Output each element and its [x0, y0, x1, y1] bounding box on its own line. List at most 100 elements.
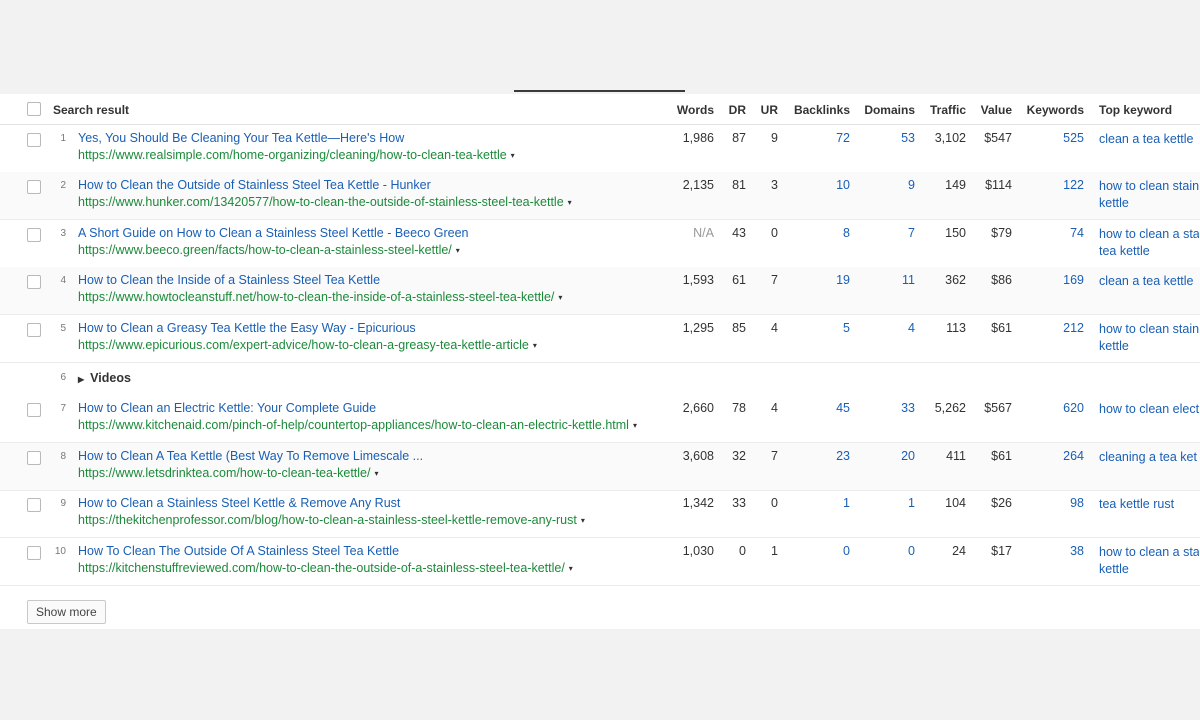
- header-search-result[interactable]: Search result: [53, 103, 129, 117]
- top-keyword-line: kettle: [1099, 196, 1129, 210]
- top-keyword-link[interactable]: how to clean a sta kettle: [1099, 544, 1199, 578]
- row-checkbox[interactable]: [27, 323, 41, 337]
- top-keyword-link[interactable]: cleaning a tea ket: [1099, 449, 1199, 466]
- backlinks-link[interactable]: 0: [800, 544, 850, 558]
- traffic-value: 3,102: [934, 131, 966, 145]
- keywords-link[interactable]: 169: [1030, 273, 1084, 287]
- top-keyword-link[interactable]: how to clean stain kettle: [1099, 321, 1199, 355]
- caret-down-icon[interactable]: ▾: [568, 198, 572, 207]
- row-checkbox[interactable]: [27, 498, 41, 512]
- top-keyword-line: how to clean stain: [1099, 179, 1199, 193]
- backlinks-link[interactable]: 10: [800, 178, 850, 192]
- result-title-link[interactable]: How to Clean an Electric Kettle: Your Co…: [78, 401, 376, 415]
- ur-value: 0: [771, 496, 778, 510]
- top-keyword-link[interactable]: how to clean elect: [1099, 401, 1199, 418]
- words-value: 1,030: [682, 544, 714, 558]
- result-url-text: https://kitchenstuffreviewed.com/how-to-…: [78, 561, 565, 575]
- keywords-link[interactable]: 212: [1030, 321, 1084, 335]
- caret-down-icon[interactable]: ▾: [581, 516, 585, 525]
- keywords-link[interactable]: 38: [1030, 544, 1084, 558]
- domains-link[interactable]: 11: [870, 273, 915, 287]
- result-url-link[interactable]: https://www.hunker.com/13420577/how-to-c…: [78, 195, 572, 209]
- top-keyword-link[interactable]: how to clean a sta tea kettle: [1099, 226, 1199, 260]
- backlinks-link[interactable]: 1: [800, 496, 850, 510]
- row-position: 2: [60, 180, 66, 191]
- domains-link[interactable]: 0: [870, 544, 915, 558]
- top-keyword-line: clean a tea kettle: [1099, 132, 1194, 146]
- top-keyword-link[interactable]: clean a tea kettle: [1099, 131, 1199, 148]
- keywords-link[interactable]: 74: [1030, 226, 1084, 240]
- header-keywords[interactable]: Keywords: [1022, 103, 1084, 117]
- words-value: N/A: [693, 226, 714, 240]
- table-row: 7 How to Clean an Electric Kettle: Your C…: [0, 395, 1200, 443]
- caret-down-icon[interactable]: ▾: [374, 469, 378, 478]
- backlinks-link[interactable]: 72: [800, 131, 850, 145]
- row-checkbox[interactable]: [27, 180, 41, 194]
- row-checkbox[interactable]: [27, 228, 41, 242]
- result-title-link[interactable]: How to Clean the Outside of Stainless St…: [78, 178, 431, 192]
- result-title-link[interactable]: How to Clean the Inside of a Stainless S…: [78, 273, 380, 287]
- caret-down-icon[interactable]: ▾: [533, 341, 537, 350]
- top-keyword-link[interactable]: clean a tea kettle: [1099, 273, 1199, 290]
- table-row: 4 How to Clean the Inside of a Stainless …: [0, 267, 1200, 315]
- value-amount: $86: [991, 273, 1012, 287]
- backlinks-link[interactable]: 23: [800, 449, 850, 463]
- videos-toggle[interactable]: ▶ Videos: [78, 371, 131, 385]
- row-checkbox[interactable]: [27, 403, 41, 417]
- header-domains[interactable]: Domains: [860, 103, 915, 117]
- result-url-link[interactable]: https://www.howtocleanstuff.net/how-to-c…: [78, 290, 562, 304]
- result-url-link[interactable]: https://kitchenstuffreviewed.com/how-to-…: [78, 561, 573, 575]
- domains-link[interactable]: 53: [870, 131, 915, 145]
- keywords-link[interactable]: 620: [1030, 401, 1084, 415]
- row-checkbox[interactable]: [27, 451, 41, 465]
- backlinks-link[interactable]: 8: [800, 226, 850, 240]
- table-row: 10 How To Clean The Outside Of A Stainles…: [0, 538, 1200, 586]
- keywords-link[interactable]: 122: [1030, 178, 1084, 192]
- row-checkbox[interactable]: [27, 546, 41, 560]
- caret-down-icon[interactable]: ▾: [633, 421, 637, 430]
- result-title-link[interactable]: How to Clean a Stainless Steel Kettle & …: [78, 496, 400, 510]
- show-more-button[interactable]: Show more: [27, 600, 106, 624]
- dr-value: 85: [732, 321, 746, 335]
- result-url-link[interactable]: https://www.letsdrinktea.com/how-to-clea…: [78, 466, 379, 480]
- header-ur[interactable]: UR: [756, 103, 778, 117]
- backlinks-link[interactable]: 19: [800, 273, 850, 287]
- domains-link[interactable]: 4: [870, 321, 915, 335]
- top-keyword-link[interactable]: tea kettle rust: [1099, 496, 1199, 513]
- top-keyword-link[interactable]: how to clean stain kettle: [1099, 178, 1199, 212]
- header-backlinks[interactable]: Backlinks: [788, 103, 850, 117]
- result-title-link[interactable]: A Short Guide on How to Clean a Stainles…: [78, 226, 469, 240]
- value-amount: $61: [991, 321, 1012, 335]
- result-title-link[interactable]: How to Clean A Tea Kettle (Best Way To R…: [78, 449, 423, 463]
- result-title-link[interactable]: Yes, You Should Be Cleaning Your Tea Ket…: [78, 131, 404, 145]
- keywords-link[interactable]: 98: [1030, 496, 1084, 510]
- domains-link[interactable]: 1: [870, 496, 915, 510]
- caret-down-icon[interactable]: ▾: [511, 151, 515, 160]
- caret-down-icon[interactable]: ▾: [569, 564, 573, 573]
- caret-down-icon[interactable]: ▾: [456, 246, 460, 255]
- select-all-checkbox[interactable]: [27, 102, 41, 116]
- domains-link[interactable]: 20: [870, 449, 915, 463]
- result-url-link[interactable]: https://www.kitchenaid.com/pinch-of-help…: [78, 418, 637, 432]
- row-checkbox[interactable]: [27, 275, 41, 289]
- result-url-link[interactable]: https://www.epicurious.com/expert-advice…: [78, 338, 537, 352]
- result-url-link[interactable]: https://www.realsimple.com/home-organizi…: [78, 148, 515, 162]
- result-title-link[interactable]: How To Clean The Outside Of A Stainless …: [78, 544, 399, 558]
- backlinks-link[interactable]: 45: [800, 401, 850, 415]
- row-checkbox[interactable]: [27, 133, 41, 147]
- keywords-link[interactable]: 525: [1030, 131, 1084, 145]
- result-url-link[interactable]: https://thekitchenprofessor.com/blog/how…: [78, 513, 585, 527]
- domains-link[interactable]: 33: [870, 401, 915, 415]
- header-dr[interactable]: DR: [722, 103, 746, 117]
- domains-link[interactable]: 9: [870, 178, 915, 192]
- backlinks-link[interactable]: 5: [800, 321, 850, 335]
- header-words[interactable]: Words: [668, 103, 714, 117]
- header-top-keyword[interactable]: Top keyword: [1099, 103, 1172, 117]
- header-value[interactable]: Value: [976, 103, 1012, 117]
- header-traffic[interactable]: Traffic: [924, 103, 966, 117]
- caret-down-icon[interactable]: ▾: [558, 293, 562, 302]
- domains-link[interactable]: 7: [870, 226, 915, 240]
- result-url-link[interactable]: https://www.beeco.green/facts/how-to-cle…: [78, 243, 460, 257]
- keywords-link[interactable]: 264: [1030, 449, 1084, 463]
- result-title-link[interactable]: How to Clean a Greasy Tea Kettle the Eas…: [78, 321, 416, 335]
